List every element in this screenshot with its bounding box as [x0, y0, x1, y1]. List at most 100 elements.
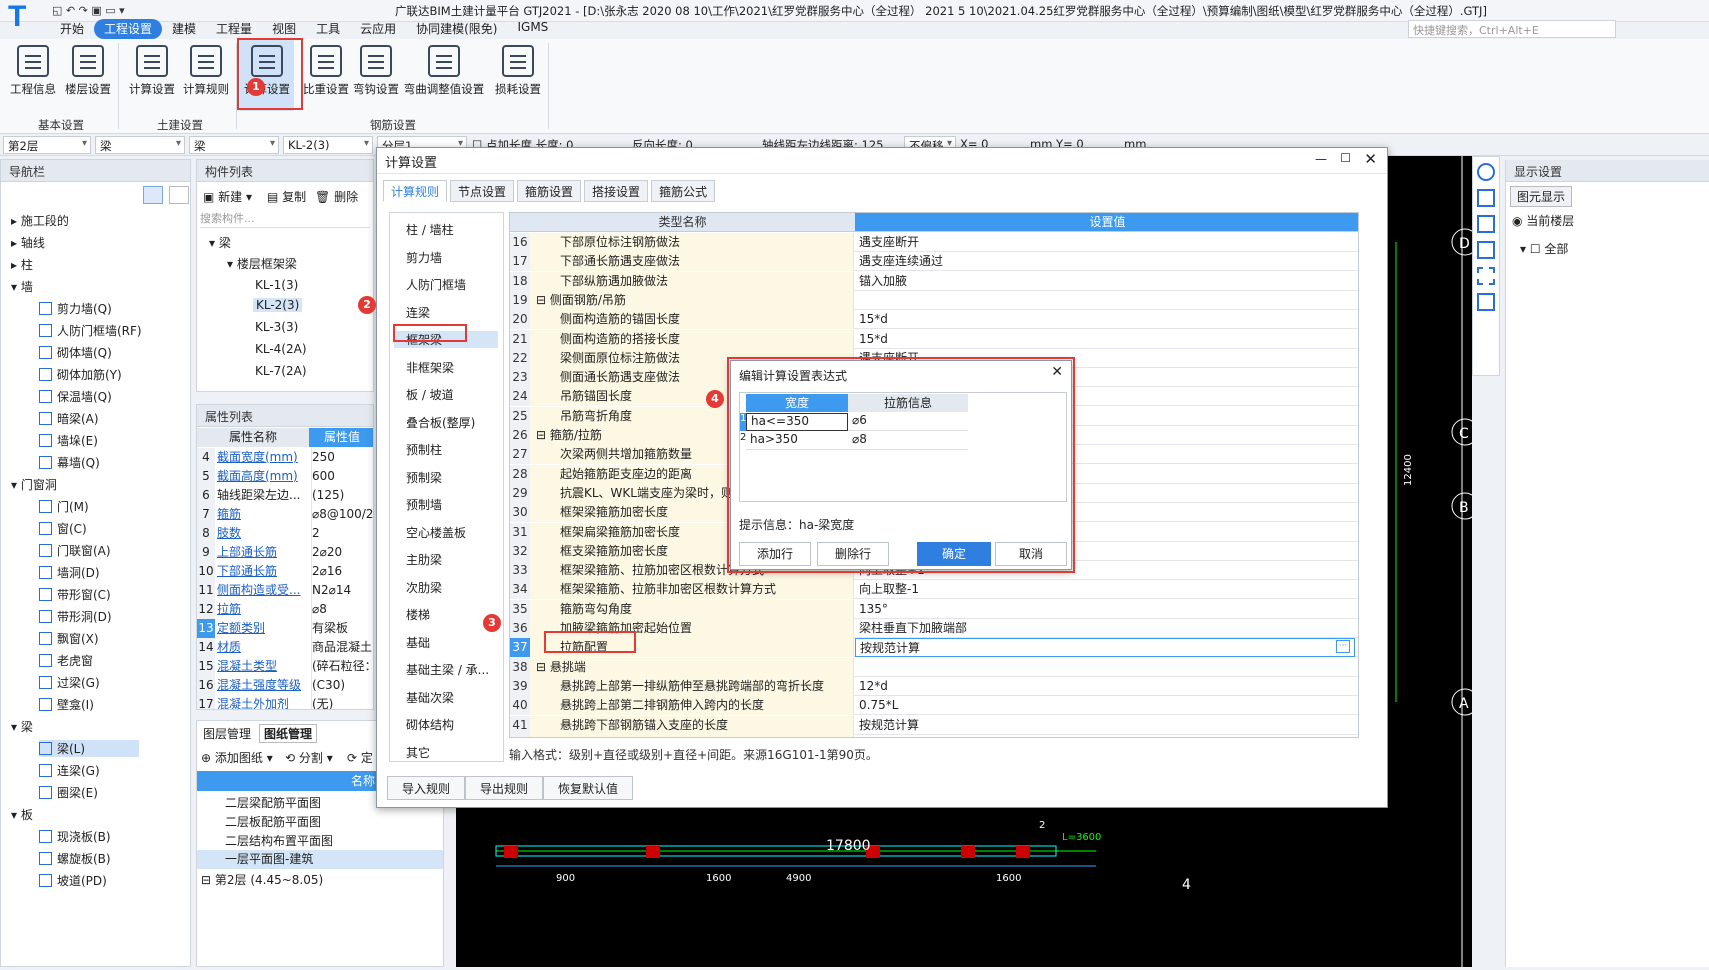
floor-settings-button[interactable]: 楼层设置	[58, 39, 118, 111]
grid-view-icon[interactable]	[169, 186, 189, 204]
prop-value[interactable]: (碎石粒径：	[311, 657, 373, 676]
tree-leaf-member[interactable]: KL-1(3)	[255, 278, 298, 292]
list-view-icon[interactable]	[143, 186, 163, 204]
rule-value[interactable]: 锚入加腋	[855, 272, 1355, 291]
floor-node[interactable]: ⊟ 第2层 (4.45~8.05)	[201, 871, 323, 888]
rule-row[interactable]: 20 侧面构造筋的锚固长度 15*d	[510, 310, 1358, 330]
prop-value[interactable]: 2	[311, 524, 373, 543]
nav-group[interactable]: ▸ 柱	[11, 256, 33, 273]
category-item[interactable]: 预制墙	[406, 496, 442, 513]
rule-value[interactable]	[855, 291, 1355, 310]
nav-item[interactable]: 墙垛(E)	[39, 432, 98, 449]
rule-value[interactable]: 按规范计算	[855, 638, 1355, 658]
nav-item[interactable]: 过梁(G)	[39, 674, 100, 691]
tab-stirrup-settings[interactable]: 箍筋设置	[517, 180, 582, 202]
menu-tools[interactable]: 工具	[306, 19, 350, 39]
drawing-row[interactable]: 二层板配筋平面图	[225, 813, 321, 830]
expand-icon[interactable]: ▸	[11, 214, 21, 228]
quick-access-toolbar[interactable]: ◱ ↶ ↷ ▣ ▭ ▾	[52, 4, 125, 17]
category-item[interactable]: 基础主梁 / 承...	[406, 661, 489, 678]
nav-item[interactable]: 墙洞(D)	[39, 564, 100, 581]
nav-item[interactable]: 梁(L)	[39, 740, 139, 757]
nav-item[interactable]: 老虎窗	[39, 652, 93, 669]
rule-value[interactable]: 按规范计算	[855, 716, 1355, 735]
menu-modeling[interactable]: 建模	[162, 19, 206, 39]
rule-row[interactable]: 17 下部通长筋遇支座做法 遇支座连续通过	[510, 252, 1358, 272]
rule-value[interactable]: 12*d	[855, 677, 1355, 696]
rule-row[interactable]: 21 侧面构造筋的搭接长度 15*d	[510, 329, 1358, 349]
box-icon[interactable]	[1477, 215, 1495, 233]
nav-item[interactable]: 窗(C)	[39, 520, 87, 537]
close-icon[interactable]: ✕	[1364, 150, 1377, 168]
category-item[interactable]: 非框架梁	[406, 359, 454, 376]
nav-item[interactable]: 现浇板(B)	[39, 828, 111, 845]
drawing-row-selected[interactable]: 一层平面图-建筑	[197, 850, 443, 869]
split-button[interactable]: ⟲ 分割 ▾	[285, 749, 333, 766]
category-item[interactable]: 叠合板(整厚)	[406, 414, 475, 431]
prop-value[interactable]: 600	[311, 467, 373, 486]
drawing-row[interactable]: 二层结构布置平面图	[225, 832, 333, 849]
rule-value[interactable]: 是	[855, 735, 1355, 738]
copy-component-button[interactable]: ▤ 复制	[267, 188, 306, 205]
rule-row[interactable]: 40 悬挑跨上部第二排钢筋伸入跨内的长度 0.75*L	[510, 696, 1358, 716]
tab-element-display[interactable]: 图元显示	[1510, 186, 1573, 207]
nav-group[interactable]: ▸ 施工段的	[11, 212, 69, 229]
rule-row[interactable]: 37 拉筋配置 按规范计算 ···	[510, 638, 1358, 658]
category-item[interactable]: 预制梁	[406, 469, 442, 486]
ellipsis-button[interactable]: ···	[1336, 640, 1350, 654]
add-drawing-button[interactable]: ⊕ 添加图纸 ▾	[201, 749, 273, 766]
rule-value[interactable]: 15*d	[855, 330, 1355, 349]
category-item[interactable]: 人防门框墙	[406, 276, 466, 293]
prop-value[interactable]: 商品混凝土	[311, 638, 373, 657]
menu-start[interactable]: 开始	[50, 19, 94, 39]
menu-igms[interactable]: IGMS	[507, 19, 558, 39]
category-item[interactable]: 剪力墙	[406, 249, 442, 266]
new-component-button[interactable]: ▣ 新建 ▾	[203, 188, 252, 205]
bend-adjust-button[interactable]: 弯曲调整值设置	[402, 39, 486, 111]
nav-item[interactable]: 连梁(G)	[39, 762, 100, 779]
tab-calc-rules[interactable]: 计算规则	[383, 180, 448, 202]
nav-item[interactable]: 门联窗(A)	[39, 542, 111, 559]
rule-row[interactable]: 19 ⊟ 侧面钢筋/吊筋	[510, 290, 1358, 310]
hook-settings-button[interactable]: 弯钩设置	[346, 39, 406, 111]
fit-view-icon[interactable]	[1477, 267, 1495, 285]
minimize-icon[interactable]: —	[1315, 152, 1327, 166]
menu-project-settings[interactable]: 工程设置	[94, 19, 163, 39]
rule-row[interactable]: 39 悬挑跨上部第一排纵筋伸至悬挑跨端部的弯折长度 12*d	[510, 676, 1358, 696]
prop-value[interactable]: (C30)	[311, 676, 373, 695]
civil-calc-settings-button[interactable]: 计算设置	[122, 39, 182, 111]
rule-value[interactable]: 遇支座连续通过	[855, 252, 1355, 271]
all-checkbox[interactable]: ▾ ☐ 全部	[1520, 240, 1568, 257]
nav-item[interactable]: 带形窗(C)	[39, 586, 111, 603]
category-item[interactable]: 主肋梁	[406, 551, 442, 568]
tree-leaf-member[interactable]: KL-4(2A)	[255, 342, 307, 356]
rule-row[interactable]: 36 加腋梁箍筋加密起始位置 梁柱垂直下加腋端部	[510, 619, 1358, 638]
nav-item[interactable]: 幕墙(Q)	[39, 454, 100, 471]
collapse-icon[interactable]: ⊟	[536, 428, 550, 442]
category-item[interactable]: 基础	[406, 634, 430, 651]
nav-group[interactable]: ▸ 轴线	[11, 234, 45, 251]
nav-item[interactable]: 圈梁(E)	[39, 784, 98, 801]
nav-item[interactable]: 暗梁(A)	[39, 410, 99, 427]
rule-value[interactable]: 向上取整-1	[855, 580, 1355, 599]
rule-value[interactable]: 梁柱垂直下加腋端部	[855, 619, 1355, 638]
rule-value[interactable]: 135°	[855, 600, 1355, 619]
rule-value[interactable]: 15*d	[855, 310, 1355, 329]
tab-node-settings[interactable]: 节点设置	[450, 180, 515, 202]
menu-cloud[interactable]: 云应用	[350, 19, 406, 39]
prop-value[interactable]: N2⌀14	[311, 581, 373, 600]
nav-item[interactable]: 砌体加筋(Y)	[39, 366, 122, 383]
nav-group[interactable]: ▾ 墙	[11, 278, 33, 295]
project-info-button[interactable]: 工程信息	[3, 39, 63, 111]
export-rules-button[interactable]: 导出规则	[465, 776, 544, 800]
category-item[interactable]: 空心楼盖板	[406, 524, 466, 541]
subtype-select[interactable]: 梁	[189, 136, 279, 154]
rule-value[interactable]	[855, 658, 1355, 677]
tab-drawing-management[interactable]: 图纸管理	[259, 724, 318, 743]
rule-row[interactable]: 38 ⊟ 悬挑端	[510, 657, 1358, 677]
category-item[interactable]: 预制柱	[406, 441, 442, 458]
nav-item[interactable]: 螺旋板(B)	[39, 850, 111, 867]
tree-leaf-member-selected[interactable]: KL-2(3)	[253, 298, 303, 312]
rule-row[interactable]: 34 框架梁箍筋、拉筋非加密区根数计算方式 向上取整-1	[510, 580, 1358, 600]
rule-row[interactable]: 18 下部纵筋遇加腋做法 锚入加腋	[510, 271, 1358, 291]
